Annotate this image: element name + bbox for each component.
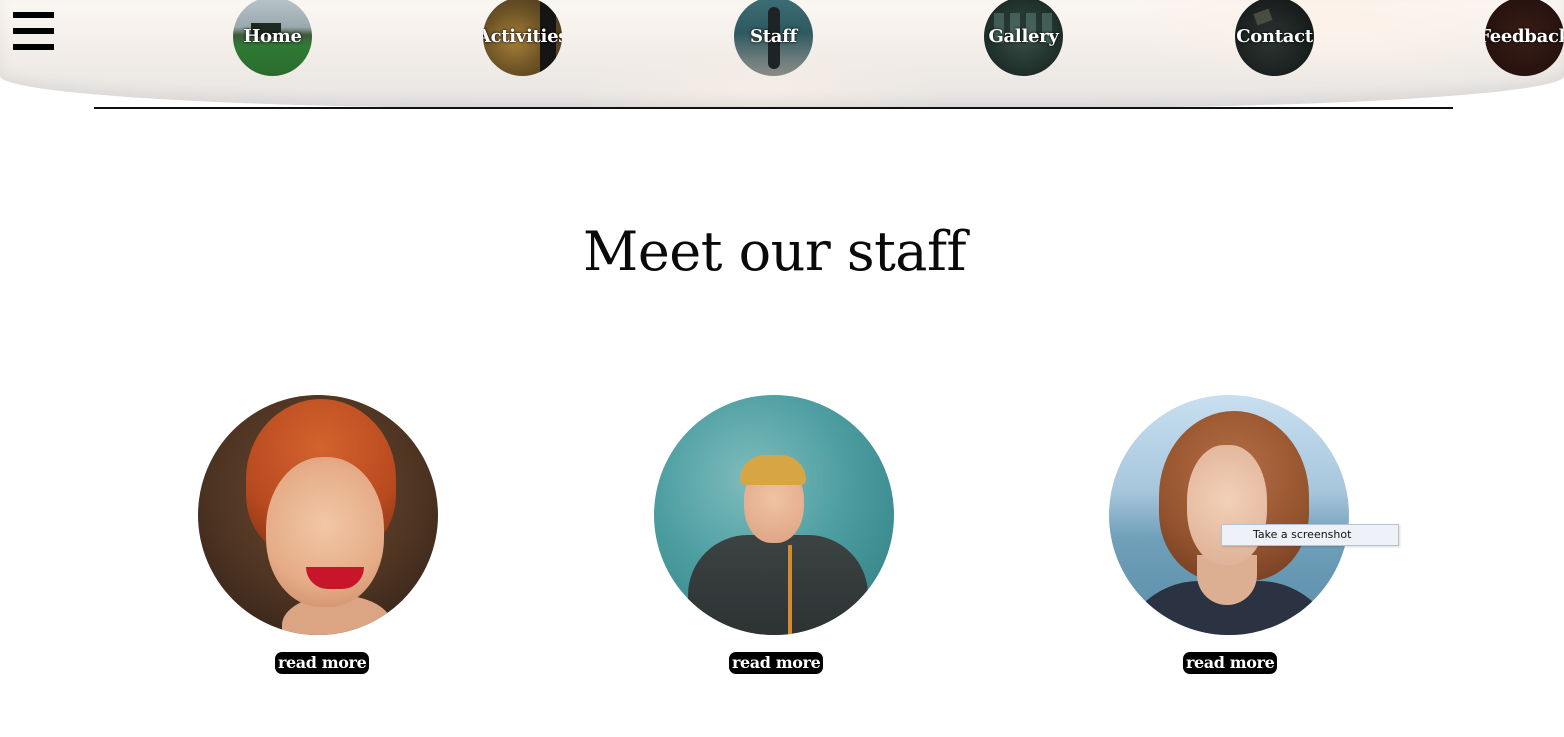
staff-photo [198,395,438,635]
header-divider [94,107,1453,109]
read-more-button[interactable]: read more [729,652,824,674]
page-title: Meet our staff [583,220,966,283]
nav-label-gallery: Gallery [988,26,1059,47]
site-header: Home Activities Staff Gallery Contact Fe… [0,0,1564,108]
staff-photo [654,395,894,635]
nav-label-activities: Activities [483,26,562,47]
nav-item-gallery[interactable]: Gallery [984,0,1063,76]
nav-item-contact[interactable]: Contact [1235,0,1314,76]
page: Home Activities Staff Gallery Contact Fe… [0,0,1564,737]
staff-photo [1109,395,1349,635]
menu-bar [13,12,54,18]
read-more-button[interactable]: read more [275,652,370,674]
nav-item-home[interactable]: Home [233,0,312,76]
nav-label-contact: Contact [1236,26,1313,47]
photo-detail [740,455,806,485]
nav-label-staff: Staff [750,26,797,47]
nav-item-staff[interactable]: Staff [734,0,813,76]
nav-label-home: Home [243,26,302,47]
nav-item-activities[interactable]: Activities [483,0,562,76]
nav-label-feedback: Feedback [1485,26,1564,47]
staff-card: read more [654,395,894,680]
photo-detail [788,545,792,635]
read-more-button[interactable]: read more [1183,652,1278,674]
nav-item-feedback[interactable]: Feedback [1485,0,1564,76]
photo-detail [1187,445,1267,565]
tooltip-text: Take a screenshot [1253,528,1352,541]
photo-detail [688,535,868,635]
menu-bar [13,28,54,34]
hamburger-menu-icon[interactable] [13,12,55,52]
menu-bar [13,44,54,50]
screenshot-tooltip: Take a screenshot [1221,524,1399,546]
staff-card: read more [198,395,438,680]
